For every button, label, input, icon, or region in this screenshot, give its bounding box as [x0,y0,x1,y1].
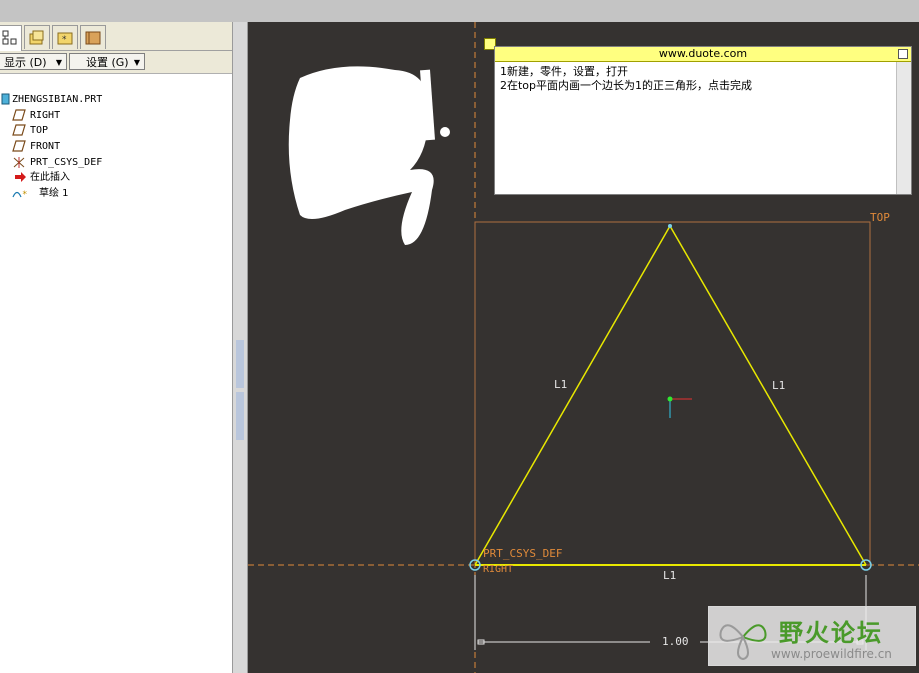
constraint-label-right: L1 [772,379,786,392]
note-body: 1新建，零件，设置，打开 2在top平面内画一个边长为1的正三角形，点击完成 [500,65,895,93]
note-scrollbar[interactable] [896,62,911,194]
triangle-side-left [474,225,671,566]
watermark-title: 野火论坛 [779,619,883,647]
top-plane-outline [474,221,871,566]
vertex-top[interactable] [668,224,672,228]
csys-origin [667,396,673,402]
note-window[interactable]: www.duote.com 1新建，零件，设置，打开 2在top平面内画一个边长… [494,46,912,195]
close-icon[interactable] [898,49,908,59]
watermark-url: www.proewildfire.cn [771,647,892,661]
constraint-label-bottom: L1 [663,569,677,582]
scribble-dot [440,127,450,137]
forum-watermark: 野火论坛 www.proewildfire.cn [708,606,916,666]
constraint-label-left: L1 [554,378,568,391]
note-line-2: 2在top平面内画一个边长为1的正三角形，点击完成 [500,79,753,92]
right-plane-label: RIGHT [483,564,514,575]
csys-label: PRT_CSYS_DEF [483,547,563,560]
scribble-mark [288,66,434,245]
dimension-value[interactable]: 1.00 [662,635,689,648]
scribble-stroke [420,69,435,141]
note-title: www.duote.com [495,47,911,62]
note-line-1: 1新建，零件，设置，打开 [500,65,628,78]
forum-logo-icon [719,624,767,661]
top-plane-label: TOP [870,211,890,224]
triangle-side-right [669,225,867,566]
